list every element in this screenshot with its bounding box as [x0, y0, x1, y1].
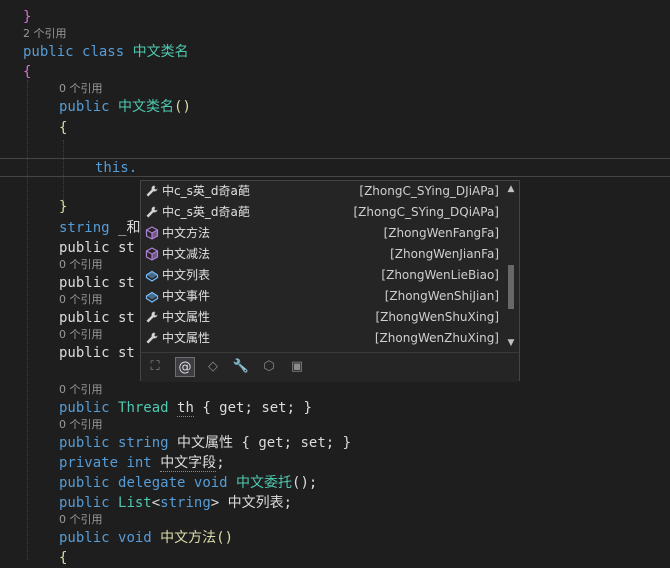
code-line: } — [59, 199, 68, 215]
completion-item-abbreviation: [ZhongC_SYing_DQiAPa] — [353, 205, 500, 219]
completion-scrollbar[interactable]: ▲ ▼ — [504, 181, 518, 351]
at-icon[interactable]: @ — [175, 357, 195, 377]
code-line: public delegate void 中文委托(); — [59, 475, 318, 491]
codelens-references[interactable]: 0 个引用 — [59, 258, 103, 272]
code-line: { — [59, 550, 68, 566]
completion-item-name: 中文列表 — [162, 268, 211, 282]
codelens-references[interactable]: 0 个引用 — [59, 513, 103, 527]
completion-filter-bar: ⛶ @ ◇ 🔧 ⬡ ▣ — [141, 352, 519, 382]
scroll-thumb[interactable] — [508, 265, 514, 309]
codelens-references[interactable]: 0 个引用 — [59, 418, 103, 432]
code-line: public 中文类名() — [59, 99, 191, 115]
completion-item[interactable]: 中文事件 [ZhongWenShiJian] — [141, 286, 503, 307]
error-squiggle: ﹏﹏ — [140, 175, 152, 178]
indent-guide — [27, 80, 28, 560]
completion-item-abbreviation: [ZhongWenShiJian] — [384, 289, 499, 303]
wrench-icon — [145, 184, 159, 198]
completion-item-name: 中文属性 — [162, 331, 211, 345]
code-line: string _和 — [59, 220, 141, 236]
completion-item-abbreviation: [ZhongWenZhuXing] — [374, 331, 499, 345]
code-line: private int 中文字段; — [59, 455, 225, 472]
code-line: { — [23, 64, 32, 80]
scroll-down-icon[interactable]: ▼ — [506, 337, 516, 349]
class-filter-icon[interactable]: ▣ — [287, 357, 307, 377]
completion-item-name: 中文方法 — [162, 226, 211, 240]
completion-item-name: 中文减法 — [162, 247, 211, 261]
completion-item-abbreviation: [ZhongC_SYing_DJiAPa] — [359, 184, 499, 198]
completion-item-abbreviation: [ZhongWenLieBiao] — [381, 268, 499, 282]
completion-item-name: 中文属性 — [162, 310, 211, 324]
codelens-references[interactable]: 0 个引用 — [59, 328, 103, 342]
code-line: public st — [59, 275, 135, 291]
completion-item[interactable]: 中文属性 [ZhongWenShuXing] — [141, 307, 503, 328]
code-line: { — [59, 120, 68, 136]
code-line: public class 中文类名 — [23, 44, 189, 60]
expand-icon[interactable]: ⛶ — [145, 357, 165, 377]
code-line: public st — [59, 240, 135, 256]
completion-item[interactable]: 中c_s英_d奇a葩 [ZhongC_SYing_DJiAPa] — [141, 181, 503, 202]
completion-item-abbreviation: [ZhongWenShuXing] — [375, 310, 499, 324]
code-line: } — [23, 9, 32, 25]
code-line: public void 中文方法() — [59, 530, 234, 546]
wrench-icon — [145, 205, 159, 219]
codelens-references[interactable]: 2 个引用 — [23, 27, 67, 41]
codelens-references[interactable]: 0 个引用 — [59, 82, 103, 96]
completion-item-name: 中c_s英_d奇a葩 — [162, 205, 250, 219]
completion-item[interactable]: 中文减法 [ZhongWenJianFa] — [141, 244, 503, 265]
completion-item[interactable]: 中文属性 [ZhongWenZhuXing] — [141, 328, 503, 349]
code-line: public List<string> 中文列表; — [59, 495, 293, 511]
intellisense-popup[interactable]: 中c_s英_d奇a葩 [ZhongC_SYing_DJiAPa] 中c_s英_d奇a… — [140, 180, 520, 382]
code-line: public st — [59, 310, 135, 326]
wrench-filter-icon[interactable]: 🔧 — [231, 357, 251, 377]
completion-item[interactable]: 中文列表 [ZhongWenLieBiao] — [141, 265, 503, 286]
completion-item[interactable]: 中文方法 [ZhongWenFangFa] — [141, 223, 503, 244]
completion-item-name: 中文事件 — [162, 289, 211, 303]
codelens-references[interactable]: 0 个引用 — [59, 293, 103, 307]
wrench-icon — [145, 331, 159, 345]
wrench-icon — [145, 310, 159, 324]
completion-item-abbreviation: [ZhongWenFangFa] — [383, 226, 499, 240]
method-cube-icon — [145, 247, 159, 261]
code-line-cursor[interactable]: this. — [95, 158, 137, 178]
code-line: public st — [59, 345, 135, 361]
cube-filter-icon[interactable]: ⬡ — [259, 357, 279, 377]
scroll-up-icon[interactable]: ▲ — [506, 183, 516, 195]
indent-guide — [63, 140, 64, 200]
field-icon — [145, 289, 159, 303]
completion-item-name: 中c_s英_d奇a葩 — [162, 184, 250, 198]
field-icon — [145, 268, 159, 282]
code-line: public Thread th { get; set; } — [59, 400, 312, 417]
field-filter-icon[interactable]: ◇ — [203, 357, 223, 377]
code-line: public string 中文属性 { get; set; } — [59, 435, 352, 451]
method-cube-icon — [145, 226, 159, 240]
codelens-references[interactable]: 0 个引用 — [59, 383, 103, 397]
completion-item[interactable]: 中c_s英_d奇a葩 [ZhongC_SYing_DQiAPa] — [141, 202, 503, 223]
completion-item-abbreviation: [ZhongWenJianFa] — [390, 247, 499, 261]
